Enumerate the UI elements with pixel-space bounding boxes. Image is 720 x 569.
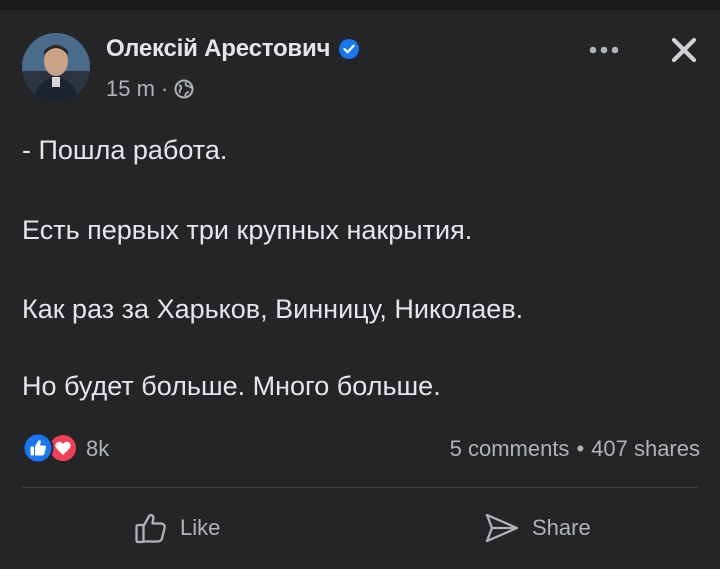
like-reaction-icon [22, 432, 54, 464]
more-options-button[interactable] [583, 36, 625, 64]
like-button[interactable]: Like [134, 500, 220, 556]
reactions-row: 8k 5 comments • 407 shares [22, 430, 700, 466]
author-name[interactable]: Олексій Арестович [106, 35, 330, 63]
verified-badge-icon [339, 39, 360, 59]
stats-separator: • [576, 436, 585, 461]
share-button[interactable]: Share [484, 500, 591, 556]
reaction-count[interactable]: 8k [86, 436, 109, 462]
reaction-icons[interactable] [22, 432, 78, 464]
thumbs-up-icon [135, 513, 166, 544]
action-bar: Like Share [0, 500, 720, 556]
like-label: Like [180, 515, 221, 540]
post-header: Олексій Арестович 15 m · [0, 10, 720, 110]
post-time[interactable]: 15 m [106, 76, 155, 102]
more-options-icon [589, 46, 619, 54]
top-bar [0, 0, 720, 10]
close-button[interactable] [662, 28, 706, 72]
shares-count[interactable]: 407 shares [591, 436, 700, 462]
share-arrow-icon [485, 513, 519, 543]
post-line: Есть первых три крупных накрытия. [22, 215, 473, 245]
globe-icon [174, 79, 194, 99]
divider [22, 487, 698, 488]
post-line: Как раз за Харьков, Винницу, Николаев. [22, 294, 524, 324]
meta-separator: · [160, 76, 169, 101]
avatar[interactable] [22, 33, 90, 101]
post-stats: 5 comments • 407 shares [450, 436, 700, 462]
post-line: Но будет больше. Много больше. [22, 371, 441, 401]
comments-count[interactable]: 5 comments [450, 436, 570, 462]
post-line: - Пошла работа. [22, 135, 228, 165]
post-meta: 15 m · [106, 76, 194, 102]
share-label: Share [532, 515, 591, 540]
close-icon [671, 37, 697, 63]
